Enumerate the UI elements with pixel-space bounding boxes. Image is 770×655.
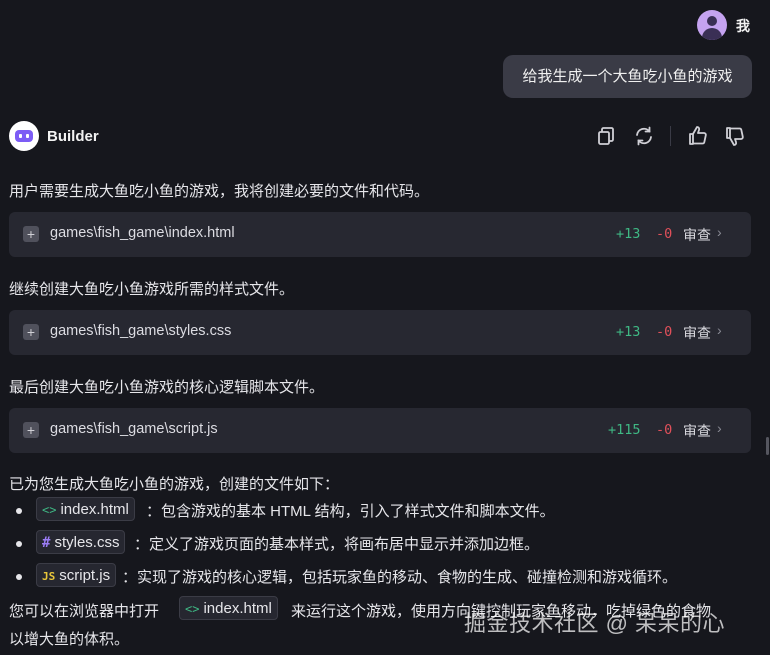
file-chip-label: styles.css [54,534,120,551]
lines-removed: -0 [656,324,673,340]
chevron-right-icon: › [717,420,722,436]
expand-plus-icon[interactable]: + [23,422,39,438]
scrollbar-thumb[interactable] [766,437,769,455]
lines-removed: -0 [656,422,673,438]
user-message-bubble: 给我生成一个大鱼吃小鱼的游戏 [503,55,752,98]
list-item-desc: ：实现了游戏的核心逻辑，包括玩家鱼的移动、食物的生成、碰撞检测和游戏循环。 [122,569,678,586]
toolbar-divider [670,126,671,146]
code-icon: <> [185,602,200,616]
copy-icon[interactable] [594,124,618,148]
hash-icon: # [42,535,51,551]
expand-plus-icon[interactable]: + [23,226,39,242]
summary-text: 已为您生成大鱼吃小鱼的游戏，创建的文件如下： [9,476,340,493]
lines-added: +13 [616,226,641,242]
user-avatar-head [707,16,717,26]
list-bullet [16,541,22,547]
code-icon: <> [42,503,57,517]
refresh-icon[interactable] [632,124,656,148]
closing-text-line2: 以增大鱼的体积。 [9,631,130,648]
expand-plus-icon[interactable]: + [23,324,39,340]
review-button[interactable]: 审查 [683,225,711,245]
bot-name: Builder [47,128,99,145]
user-avatar[interactable] [697,10,727,40]
chevron-right-icon: › [717,224,722,240]
review-button[interactable]: 审查 [683,323,711,343]
file-chip-styles[interactable]: # styles.css [36,530,126,554]
file-chip-script[interactable]: JS script.js [36,563,117,587]
list-item-desc: ：定义了游戏页面的基本样式，将画布居中显示并添加边框。 [134,536,540,553]
continue-text: 继续创建大鱼吃小鱼游戏所需的样式文件。 [9,281,295,298]
bot-avatar [9,121,39,151]
robot-icon [15,130,33,142]
thumbs-down-icon[interactable] [723,124,747,148]
file-card[interactable]: + games\fish_game\styles.css +13 -0 审查 › [9,310,751,355]
file-path: games\fish_game\script.js [50,421,218,437]
list-item-desc: ：包含游戏的基本 HTML 结构，引入了样式文件和脚本文件。 [146,503,555,520]
file-path: games\fish_game\styles.css [50,323,232,339]
thumbs-up-icon[interactable] [686,124,710,148]
lines-added: +13 [616,324,641,340]
review-button[interactable]: 审查 [683,421,711,441]
file-path: games\fish_game\index.html [50,225,235,241]
file-chip-label: index.html [203,600,272,617]
intro-text: 用户需要生成大鱼吃小鱼的游戏，我将创建必要的文件和代码。 [9,183,430,200]
list-bullet [16,508,22,514]
file-chip-label: script.js [59,567,111,584]
chevron-right-icon: › [717,322,722,338]
file-chip-inline[interactable]: <> index.html [179,596,278,620]
lines-added: +115 [608,422,641,438]
file-card[interactable]: + games\fish_game\index.html +13 -0 审查 › [9,212,751,257]
watermark: 掘金技术社区 @ 呆呆的心 [464,611,726,636]
user-name: 我 [736,18,750,34]
final-text: 最后创建大鱼吃小鱼游戏的核心逻辑脚本文件。 [9,379,325,396]
js-icon: JS [42,570,56,583]
list-bullet [16,574,22,580]
closing-text-part1: 您可以在浏览器中打开 [9,603,160,620]
lines-removed: -0 [656,226,673,242]
file-chip-index[interactable]: <> index.html [36,497,135,521]
file-chip-label: index.html [60,501,129,518]
file-card[interactable]: + games\fish_game\script.js +115 -0 审查 › [9,408,751,453]
user-avatar-body [702,28,722,40]
